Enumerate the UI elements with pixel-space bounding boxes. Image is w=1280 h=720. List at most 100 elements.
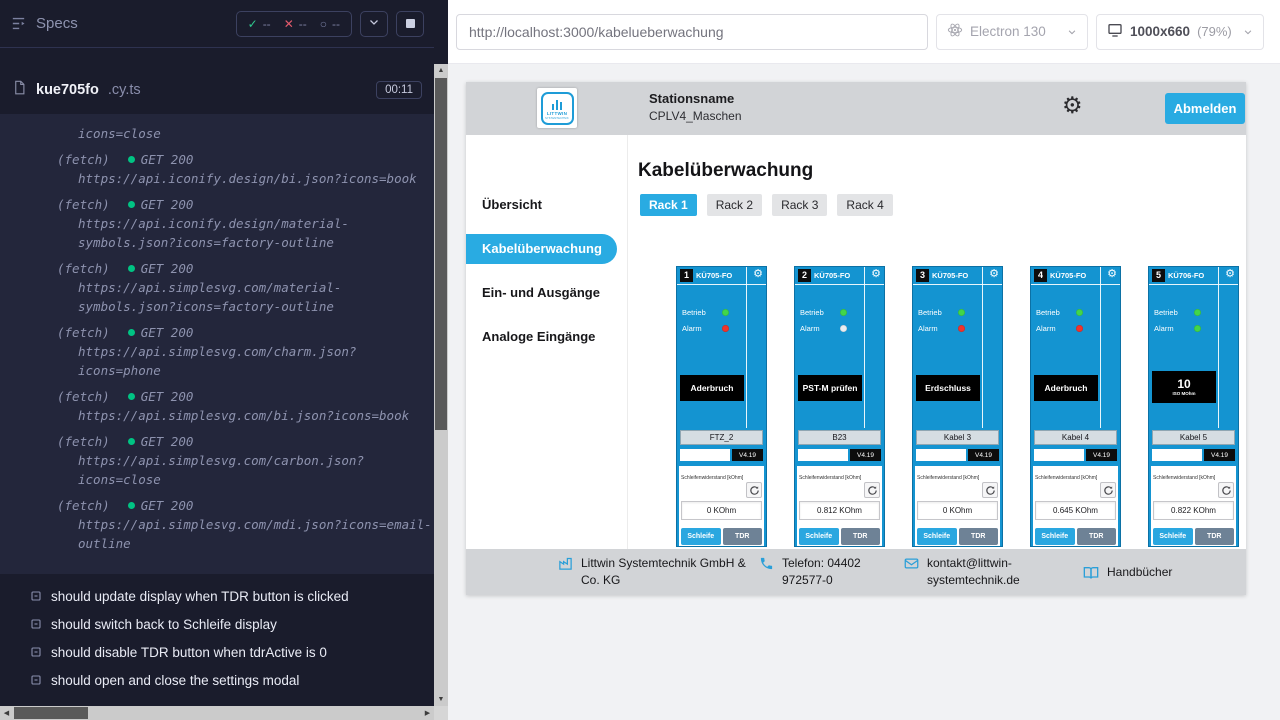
- card-gear-icon[interactable]: ⚙: [1225, 269, 1235, 280]
- card-divider: [913, 284, 1002, 285]
- footer-text: Telefon: 04402 972577-0: [782, 555, 904, 589]
- schleife-button[interactable]: Schleife: [917, 528, 957, 545]
- card-gear-icon[interactable]: ⚙: [989, 269, 999, 280]
- tab-rack-4[interactable]: Rack 4: [837, 194, 892, 216]
- app-header: LITTWIN SYSTEMTECHNIK Stationsname CPLV4…: [466, 82, 1246, 135]
- scroll-right-arrow[interactable]: ▶: [421, 706, 434, 720]
- cable-name-field[interactable]: Kabel 3: [916, 430, 999, 445]
- schleife-button[interactable]: Schleife: [1035, 528, 1075, 545]
- footer-text: Littwin Systemtechnik GmbH & Co. KG: [581, 555, 759, 589]
- scrollbar-cap: [434, 0, 448, 64]
- tdr-button[interactable]: TDR: [723, 528, 763, 545]
- card-gear-icon[interactable]: ⚙: [1107, 269, 1117, 280]
- stop-button[interactable]: [396, 11, 424, 37]
- sidebar-item-ein-und-ausgange[interactable]: Ein- und Ausgänge: [466, 271, 627, 315]
- test-title: should open and close the settings modal: [51, 673, 299, 688]
- log-entry[interactable]: (fetch)GET 200https://api.simplesvg.com/…: [57, 387, 422, 425]
- footer-item: kontakt@littwin-systemtechnik.de: [904, 555, 1027, 589]
- test-icon: [30, 590, 42, 602]
- cable-name-field[interactable]: Kabel 4: [1034, 430, 1117, 445]
- refresh-icon[interactable]: [982, 482, 998, 498]
- test-title: should switch back to Schleife display: [51, 617, 277, 632]
- response-status: GET 200: [141, 323, 194, 342]
- vertical-scroll-thumb[interactable]: [435, 78, 447, 430]
- cable-name-field[interactable]: FTZ_2: [680, 430, 763, 445]
- tdr-button[interactable]: TDR: [1195, 528, 1235, 545]
- card-model: KÜ705-FO: [814, 271, 850, 280]
- footer-text: Handbücher: [1107, 564, 1172, 581]
- measurement-value: 0.645 KOhm: [1035, 501, 1116, 520]
- app-content: Kabelüberwachung Rack 1Rack 2Rack 3Rack …: [629, 135, 1246, 549]
- refresh-icon[interactable]: [746, 482, 762, 498]
- card-buttons: SchleifeTDR: [1035, 528, 1116, 545]
- collapse-runs-button[interactable]: [360, 11, 388, 37]
- alarm-led: [958, 325, 965, 332]
- settings-gear-icon[interactable]: ⚙: [1062, 94, 1083, 117]
- scroll-down-arrow[interactable]: ▼: [434, 693, 448, 706]
- aut-region: Electron 130 1000x660 (79%): [448, 0, 1280, 720]
- pending-icon: ○: [320, 18, 327, 30]
- scroll-up-arrow[interactable]: ▲: [434, 64, 448, 77]
- test-item[interactable]: should disable TDR button when tdrActive…: [30, 638, 422, 666]
- cable-name-field[interactable]: Kabel 5: [1152, 430, 1235, 445]
- success-dot-icon: [128, 438, 135, 445]
- test-item[interactable]: should switch back to Schleife display: [30, 610, 422, 638]
- schleife-button[interactable]: Schleife: [799, 528, 839, 545]
- iso-unit: ISO MOhm: [1172, 391, 1195, 397]
- logout-button[interactable]: Abmelden: [1165, 93, 1245, 124]
- littwin-logo: LITTWIN SYSTEMTECHNIK: [537, 88, 577, 128]
- refresh-icon[interactable]: [1218, 482, 1234, 498]
- scroll-left-arrow[interactable]: ◀: [0, 706, 13, 720]
- alarm-label: Alarm: [800, 324, 820, 333]
- schleife-button[interactable]: Schleife: [681, 528, 721, 545]
- status-display: PST-M prüfen: [798, 375, 862, 401]
- test-item[interactable]: should open and close the settings modal: [30, 666, 422, 694]
- sidebar-item-ubersicht[interactable]: Übersicht: [466, 183, 627, 227]
- horizontal-scroll-thumb[interactable]: [14, 707, 88, 719]
- card-number: 1: [680, 269, 693, 282]
- log-entry[interactable]: (fetch)GET 200https://api.iconify.design…: [57, 150, 422, 188]
- tab-rack-3[interactable]: Rack 3: [772, 194, 827, 216]
- betrieb-label: Betrieb: [682, 308, 706, 317]
- logo-subtext: SYSTEMTECHNIK: [545, 117, 569, 120]
- tab-rack-1[interactable]: Rack 1: [640, 194, 697, 216]
- tdr-button[interactable]: TDR: [1077, 528, 1117, 545]
- browser-select[interactable]: Electron 130: [936, 14, 1088, 50]
- log-entry[interactable]: (fetch)GET 200https://api.simplesvg.com/…: [57, 259, 422, 316]
- refresh-icon[interactable]: [1100, 482, 1116, 498]
- screen: Specs ✓ -- ✕ -- ○ --: [0, 0, 1280, 720]
- card-gear-icon[interactable]: ⚙: [753, 269, 763, 280]
- blank-field: [1034, 449, 1084, 461]
- vertical-scrollbar[interactable]: ▲ ▼: [434, 64, 448, 706]
- log-entry[interactable]: (fetch)GET 200https://api.iconify.design…: [57, 195, 422, 252]
- refresh-icon[interactable]: [864, 482, 880, 498]
- log-entry[interactable]: (fetch)GET 200https://api.simplesvg.com/…: [57, 323, 422, 380]
- viewport-select[interactable]: 1000x660 (79%): [1096, 14, 1264, 50]
- alarm-led: [1194, 325, 1201, 332]
- sidebar-item-analoge-eingange[interactable]: Analoge Eingänge: [466, 315, 627, 359]
- card-number: 5: [1152, 269, 1165, 282]
- response-status: GET 200: [141, 259, 194, 278]
- test-icon: [30, 674, 42, 686]
- blank-field: [916, 449, 966, 461]
- url-input[interactable]: [456, 14, 928, 50]
- log-entry[interactable]: (fetch)GET 200https://api.simplesvg.com/…: [57, 432, 422, 489]
- fetch-label: (fetch): [57, 259, 110, 278]
- fetch-label: (fetch): [57, 387, 110, 406]
- card-gear-icon[interactable]: ⚙: [871, 269, 881, 280]
- tdr-button[interactable]: TDR: [959, 528, 999, 545]
- cable-name-field[interactable]: B23: [798, 430, 881, 445]
- test-item[interactable]: should update display when TDR button is…: [30, 582, 422, 610]
- spec-extension: .cy.ts: [108, 82, 141, 98]
- schleife-button[interactable]: Schleife: [1153, 528, 1193, 545]
- tdr-button[interactable]: TDR: [841, 528, 881, 545]
- tab-rack-2[interactable]: Rack 2: [707, 194, 762, 216]
- specs-toggle[interactable]: Specs: [10, 15, 78, 32]
- footer-text: kontakt@littwin-systemtechnik.de: [927, 555, 1027, 589]
- horizontal-scrollbar[interactable]: ◀ ▶: [0, 706, 434, 720]
- spec-row[interactable]: kue705fo.cy.ts 00:11: [0, 74, 434, 106]
- request-url: https://api.iconify.design/bi.json?​icon…: [78, 169, 434, 188]
- sidebar-item-kabeluberwachung[interactable]: Kabelüberwachung: [466, 234, 617, 264]
- log-entry[interactable]: (fetch)GET 200https://api.simplesvg.com/…: [57, 496, 422, 553]
- betrieb-label: Betrieb: [918, 308, 942, 317]
